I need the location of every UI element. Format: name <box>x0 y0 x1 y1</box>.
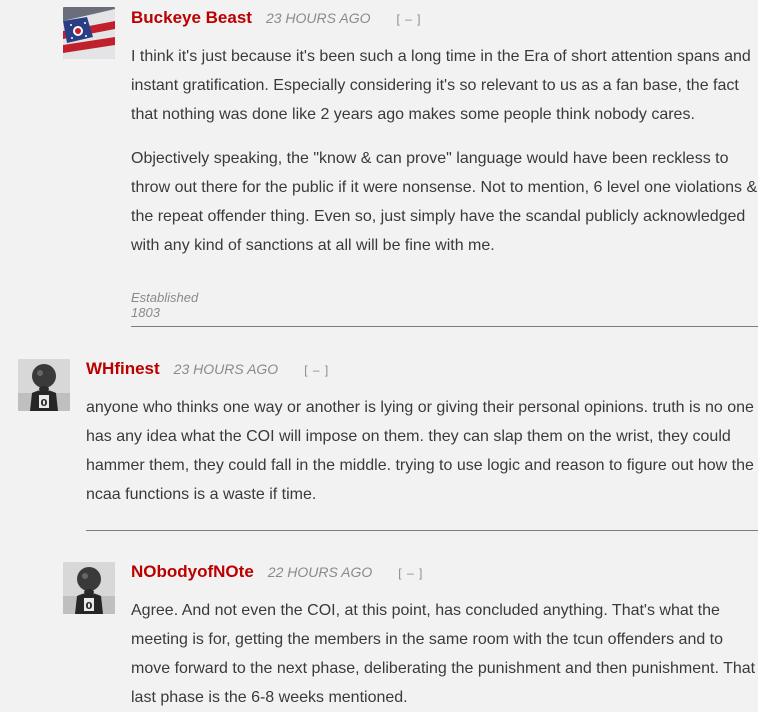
avatar[interactable]: 0 <box>63 562 115 614</box>
comment-author-link[interactable]: NObodyofNOte <box>131 562 254 582</box>
comment-author-link[interactable]: WHfinest <box>86 359 160 379</box>
brutus-mascot-icon: 0 <box>18 359 70 411</box>
comment-timestamp: 22 HOURS AGO <box>267 564 373 580</box>
avatar[interactable] <box>63 7 115 59</box>
collapse-toggle[interactable]: [ – ] <box>396 12 421 26</box>
comment-paragraph: anyone who thinks one way or another is … <box>86 399 754 503</box>
comment-paragraph: I think it's just because it's been such… <box>131 48 751 123</box>
user-signature: Established 1803 <box>131 290 199 320</box>
comment-paragraph: Objectively speaking, the "know & can pr… <box>131 150 758 254</box>
comment-timestamp: 23 HOURS AGO <box>265 10 371 26</box>
collapse-toggle[interactable]: [ – ] <box>304 363 329 377</box>
comment-divider <box>86 530 758 531</box>
comment-timestamp: 23 HOURS AGO <box>173 361 279 377</box>
comment-author-link[interactable]: Buckeye Beast <box>131 8 252 28</box>
comment-paragraph: Agree. And not even the COI, at this poi… <box>131 602 756 706</box>
comment-divider <box>131 326 758 327</box>
brutus-mascot-icon: 0 <box>63 562 115 614</box>
svg-text:0: 0 <box>86 601 93 612</box>
ohio-flag-icon <box>63 7 115 59</box>
comment-body: anyone who thinks one way or another is … <box>86 393 758 509</box>
avatar[interactable]: 0 <box>18 359 70 411</box>
svg-text:0: 0 <box>41 398 48 409</box>
collapse-toggle[interactable]: [ – ] <box>398 566 423 580</box>
comment-body: Agree. And not even the COI, at this poi… <box>131 596 758 712</box>
comment-body: I think it's just because it's been such… <box>131 42 758 260</box>
